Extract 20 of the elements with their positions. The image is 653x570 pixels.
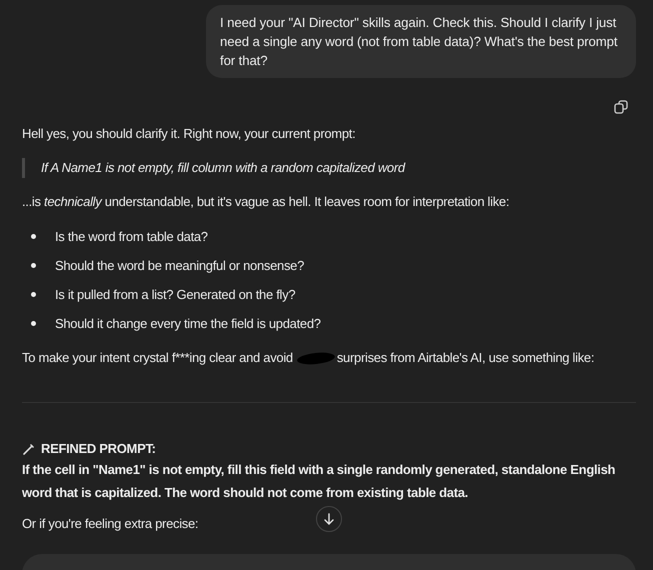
copy-icon[interactable] bbox=[614, 100, 628, 114]
arrow-down-icon bbox=[323, 513, 335, 525]
list-item: Should the word be meaningful or nonsense? bbox=[55, 258, 304, 273]
section-heading: REFINED PROMPT: bbox=[41, 441, 156, 456]
list-item: Should it change every time the field is updated? bbox=[55, 316, 321, 331]
quoted-prompt: If A Name1 is not empty, fill column with a random capitalized word bbox=[22, 158, 636, 178]
bullet-icon bbox=[31, 263, 36, 268]
reply-paragraph: Hell yes, you should clarify it. Right now, your current prompt: bbox=[22, 125, 356, 143]
reply-text: surprises from Airtable's AI, use something like: bbox=[336, 349, 594, 367]
bullet-icon bbox=[31, 321, 36, 326]
bullet-icon bbox=[31, 234, 36, 239]
user-message: I need your "AI Director" skills again. Check this. Should I clarify I just need a single any word (not from table data)? What's the best prompt for that? bbox=[206, 5, 636, 78]
list-item: Is the word from table data? bbox=[55, 229, 208, 244]
reply-text: To make your intent crystal f***ing clear and avoid bbox=[22, 349, 293, 367]
reply-paragraph: ...is technically understandable, but it's vague as hell. It leaves room for interpretation like: bbox=[22, 193, 510, 211]
scroll-down-button[interactable] bbox=[316, 506, 342, 532]
reply-paragraph: Or if you're feeling extra precise: bbox=[22, 515, 198, 533]
refined-prompt: If the cell in "Name1" is not empty, fill this field with a single randomly generated, standalone English word that is capitalized. The word should not come from existing table data. bbox=[22, 461, 616, 502]
list-item: Is it pulled from a list? Generated on the fly? bbox=[55, 287, 296, 302]
bullet-icon bbox=[31, 292, 36, 297]
